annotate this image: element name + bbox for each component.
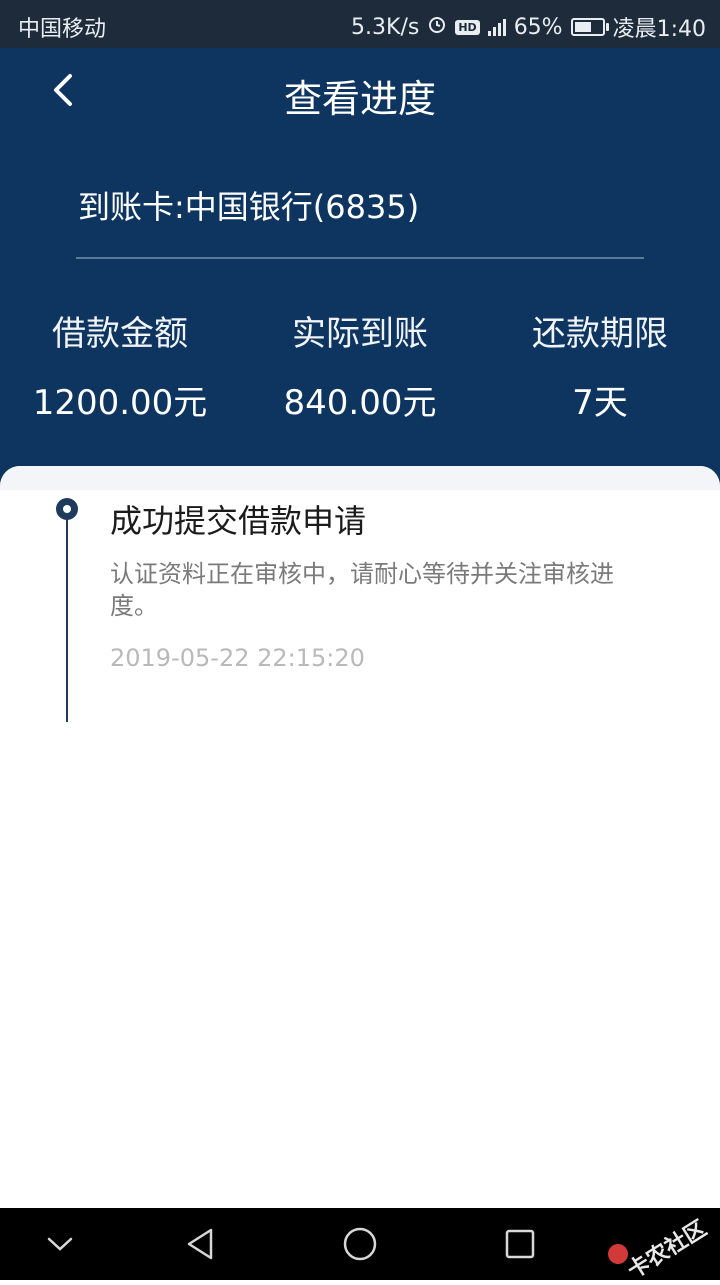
timeline-line [66, 506, 68, 722]
status-bar: 中国移动 5.3K/s HD 65% 凌晨1:40 [0, 0, 720, 48]
hd-icon: HD [455, 19, 480, 35]
back-triangle-icon [187, 1228, 213, 1260]
chevron-down-icon [47, 1237, 73, 1251]
alarm-icon [427, 14, 447, 40]
progress-header: 查看进度 到账卡:中国银行(6835) 借款金额 1200.00元 实际到账 8… [0, 48, 720, 488]
hide-nav-button[interactable] [38, 1222, 82, 1266]
system-nav-bar: 卡农社区 [0, 1208, 720, 1284]
event-title: 成功提交借款申请 [110, 502, 367, 540]
stat-label: 实际到账 [292, 314, 428, 354]
nav-recents-button[interactable] [498, 1222, 542, 1266]
recents-square-icon [505, 1229, 535, 1259]
nav-back-button[interactable] [178, 1222, 222, 1266]
timeline-dot-icon [56, 498, 78, 520]
loan-stats: 借款金额 1200.00元 实际到账 840.00元 还款期限 7天 [0, 306, 720, 424]
net-speed: 5.3K/s [351, 14, 420, 40]
event-description: 认证资料正在审核中，请耐心等待并关注审核进度。 [110, 560, 614, 620]
status-time: 凌晨1:40 [612, 17, 706, 42]
nav-home-button[interactable] [338, 1222, 382, 1266]
signal-4g-icon [487, 18, 506, 36]
carrier-name: 中国移动 [18, 17, 107, 42]
home-circle-icon [343, 1227, 377, 1261]
stat-value: 1200.00元 [32, 383, 208, 423]
watermark: 卡农社区 [623, 1216, 712, 1285]
status-right: 5.3K/s HD 65% 凌晨1:40 [351, 11, 706, 43]
stat-label: 还款期限 [532, 314, 668, 354]
panel-top-shade [0, 466, 720, 490]
event-timestamp: 2019-05-22 22:15:20 [110, 644, 365, 672]
battery-icon [570, 18, 609, 36]
receiving-card-label: 到账卡:中国银行(6835) [78, 188, 420, 226]
stat-value: 840.00元 [283, 383, 437, 423]
header-divider [76, 257, 644, 259]
battery-percent: 65% [513, 14, 563, 40]
page-title: 查看进度 [283, 77, 436, 121]
stat-value: 7天 [572, 383, 628, 423]
stat-actual-received: 实际到账 840.00元 [240, 306, 480, 424]
stat-repayment-term: 还款期限 7天 [480, 306, 720, 424]
stat-loan-amount: 借款金额 1200.00元 [0, 306, 240, 424]
stat-label: 借款金额 [52, 314, 188, 354]
timeline-panel: 成功提交借款申请 认证资料正在审核中，请耐心等待并关注审核进度。 2019-05… [0, 466, 720, 1208]
